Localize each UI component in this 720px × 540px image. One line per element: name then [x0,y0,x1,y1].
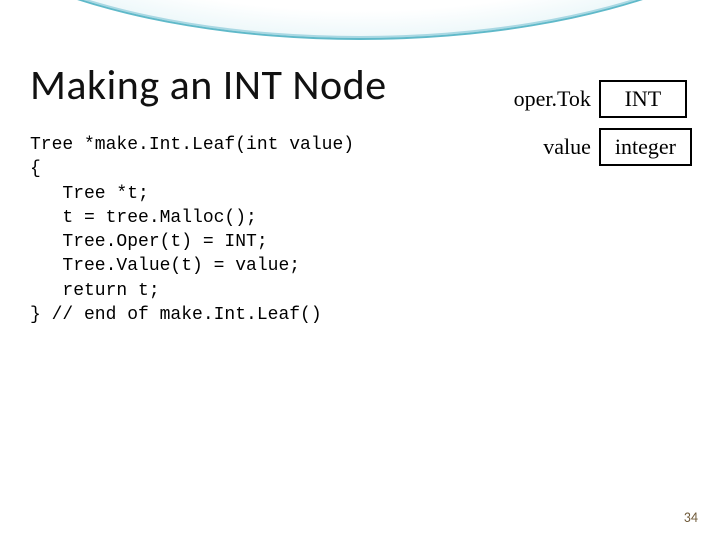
diagram-box-integer: integer [599,128,692,166]
code-block: Tree *make.Int.Leaf(int value) { Tree *t… [30,133,354,327]
slide-container: Making an INT Node Tree *make.Int.Leaf(i… [0,0,720,540]
slide-title: Making an INT Node [30,60,690,111]
diagram-label-value: value [507,128,599,166]
slide-number: 34 [684,509,698,526]
diagram-row-value: value integer [507,128,692,166]
